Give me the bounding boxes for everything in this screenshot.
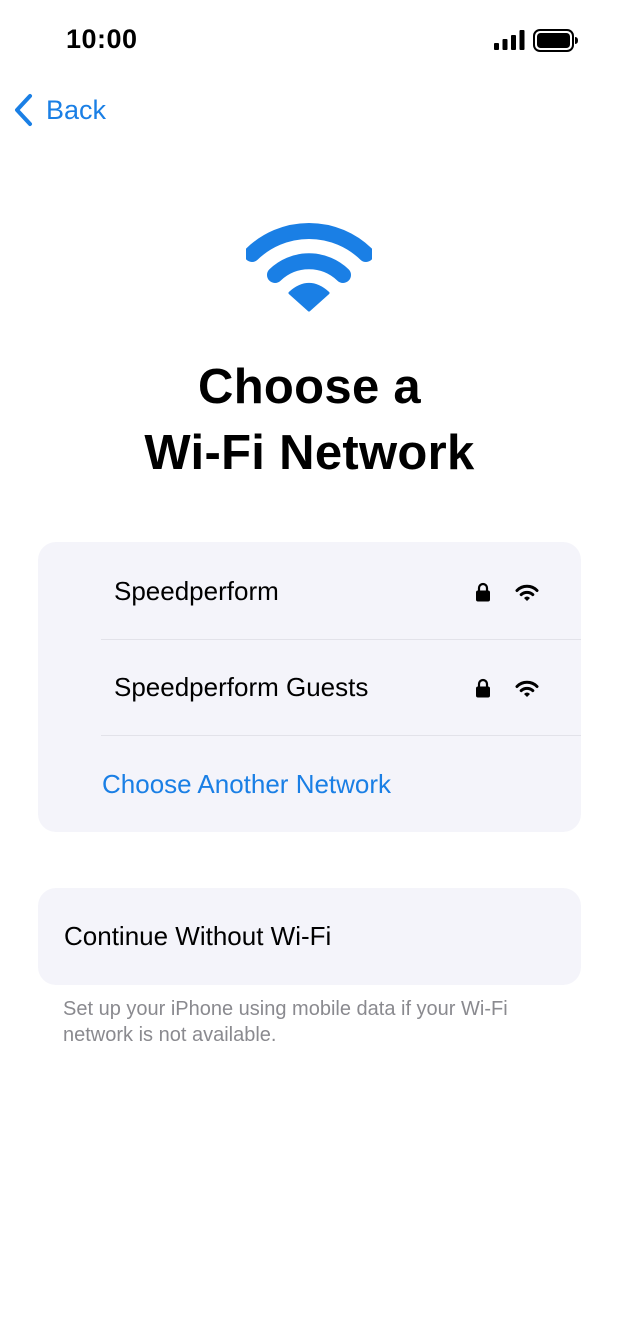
lock-icon (476, 678, 490, 698)
cellular-signal-icon (494, 30, 525, 50)
continue-without-wifi-label: Continue Without Wi-Fi (64, 921, 332, 951)
choose-another-network-label: Choose Another Network (102, 768, 392, 799)
continue-without-wifi-button[interactable]: Continue Without Wi-Fi (38, 888, 581, 985)
page-title-line-1: Choose a (198, 360, 421, 414)
mobile-data-footnote: Set up your iPhone using mobile data if … (63, 998, 508, 1046)
back-label: Back (46, 94, 107, 125)
wifi-icon (246, 223, 372, 312)
wifi-setup-screen: 10:00 Back Choose a Wi-Fi Network Speedp… (0, 0, 619, 1340)
wifi-signal-icon (515, 680, 539, 697)
network-name: Speedperform Guests (114, 672, 369, 702)
lock-icon (476, 582, 490, 602)
network-row[interactable]: Speedperform (101, 544, 581, 640)
status-time: 10:00 (66, 24, 138, 54)
chevron-left-icon (15, 94, 32, 126)
wifi-signal-icon (515, 584, 539, 601)
status-bar: 10:00 (0, 0, 619, 82)
network-name: Speedperform (114, 576, 279, 606)
choose-another-network-button[interactable]: Choose Another Network (101, 736, 581, 832)
network-row[interactable]: Speedperform Guests (101, 640, 581, 736)
battery-icon (533, 29, 578, 52)
page-title: Choose a Wi-Fi Network (0, 354, 619, 486)
network-list: Speedperform Speedperform Guests Choose … (38, 542, 581, 832)
page-title-line-2: Wi-Fi Network (144, 426, 475, 480)
back-button[interactable]: Back (12, 90, 106, 130)
